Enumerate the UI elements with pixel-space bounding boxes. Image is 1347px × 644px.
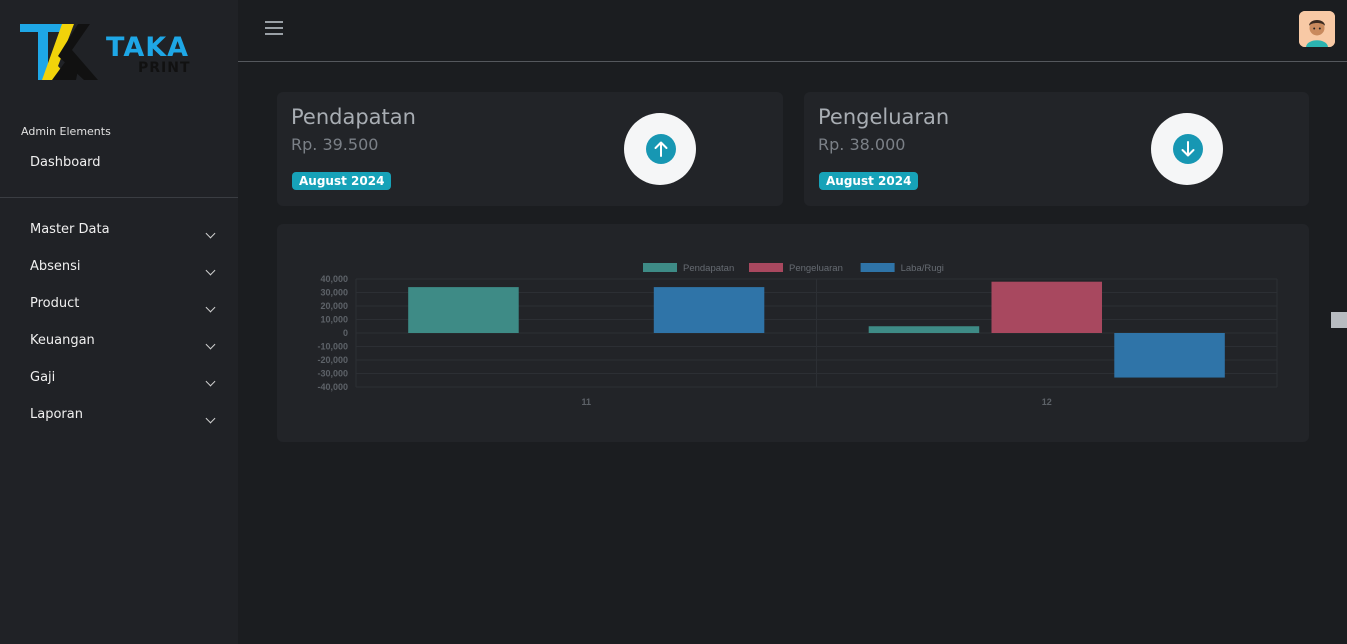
user-avatar[interactable] [1299, 11, 1335, 47]
logo-mark-icon [20, 24, 98, 80]
bar-laba-rugi-12 [1114, 333, 1225, 378]
finance-chart-card: 40,000 30,000 20,000 10,000 0 -10,000 -20,000 -… [277, 224, 1309, 442]
income-card: Pendapatan Rp. 39.500 August 2024 [277, 92, 783, 206]
logo-subtext: PRINT [138, 60, 191, 76]
expense-value: Rp. 38.000 [818, 135, 906, 154]
income-period-badge: August 2024 [292, 172, 392, 190]
topbar [238, 0, 1347, 62]
x-tick-label: 12 [1042, 397, 1052, 407]
finance-bar-chart: 40,000 30,000 20,000 10,000 0 -10,000 -20,000 -… [317, 263, 1278, 407]
x-tick-label: 11 [581, 397, 591, 407]
expense-card: Pengeluaran Rp. 38.000 August 2024 [804, 92, 1309, 206]
sidebar-item-label: Product [30, 296, 80, 311]
bar-pendapatan-11 [408, 287, 519, 333]
sidebar-item-label: Gaji [30, 370, 56, 385]
sidebar: TAKA PRINT Admin Elements Dashboard Mast… [0, 0, 238, 644]
y-tick-label: -20,000 [317, 355, 348, 365]
y-tick-label: -30,000 [317, 369, 348, 379]
chevron-down-icon [205, 339, 216, 350]
y-tick-label: 30,000 [320, 288, 348, 298]
bar-laba-rugi-11 [653, 287, 765, 333]
sidebar-item-master-data[interactable]: Master Data [0, 216, 238, 253]
sidebar-item-label: Laporan [30, 407, 83, 422]
y-tick-label: -40,000 [317, 382, 348, 392]
sidebar-item-laporan[interactable]: Laporan [0, 401, 238, 438]
legend-label: Laba/Rugi [901, 263, 944, 274]
legend-label: Pengeluaran [789, 263, 843, 274]
sidebar-item-label: Master Data [30, 222, 110, 237]
sidebar-menu: Master Data Absensi Product Keuangan Gaj… [0, 216, 238, 438]
sidebar-item-keuangan[interactable]: Keuangan [0, 327, 238, 364]
sidebar-item-dashboard[interactable]: Dashboard [30, 155, 101, 170]
y-tick-label: 10,000 [320, 315, 348, 325]
arrow-down-icon [1173, 134, 1203, 164]
expense-title: Pengeluaran [818, 105, 950, 129]
sidebar-divider [0, 197, 238, 198]
scroll-handle[interactable] [1331, 312, 1347, 328]
chevron-down-icon [205, 302, 216, 313]
logo-text: TAKA [106, 32, 190, 63]
expense-period-badge: August 2024 [819, 172, 919, 190]
sidebar-item-label: Keuangan [30, 333, 95, 348]
expense-icon-circle [1151, 113, 1223, 185]
legend-label: Pendapatan [683, 263, 734, 274]
sidebar-item-absensi[interactable]: Absensi [0, 253, 238, 290]
y-tick-label: 40,000 [320, 274, 348, 284]
y-tick-label: 0 [343, 328, 348, 338]
user-avatar-icon [1299, 11, 1335, 47]
sidebar-item-label: Absensi [30, 259, 81, 274]
taka-print-logo[interactable]: TAKA PRINT [18, 20, 198, 84]
legend-swatch [860, 263, 895, 272]
chevron-down-icon [205, 228, 216, 239]
sidebar-item-gaji[interactable]: Gaji [0, 364, 238, 401]
chevron-down-icon [205, 265, 216, 276]
sidebar-item-product[interactable]: Product [0, 290, 238, 327]
bar-pengeluaran-12 [991, 281, 1103, 333]
chevron-down-icon [205, 376, 216, 387]
legend-swatch [643, 263, 677, 272]
menu-toggle-icon[interactable] [265, 21, 283, 35]
arrow-up-icon [646, 134, 676, 164]
y-tick-label: 20,000 [320, 301, 348, 311]
income-icon-circle [624, 113, 696, 185]
chevron-down-icon [205, 413, 216, 424]
section-title: Admin Elements [21, 125, 111, 138]
legend-swatch [749, 263, 783, 272]
income-value: Rp. 39.500 [291, 135, 379, 154]
y-tick-label: -10,000 [317, 342, 348, 352]
income-title: Pendapatan [291, 105, 416, 129]
bar-pendapatan-12 [868, 326, 980, 333]
